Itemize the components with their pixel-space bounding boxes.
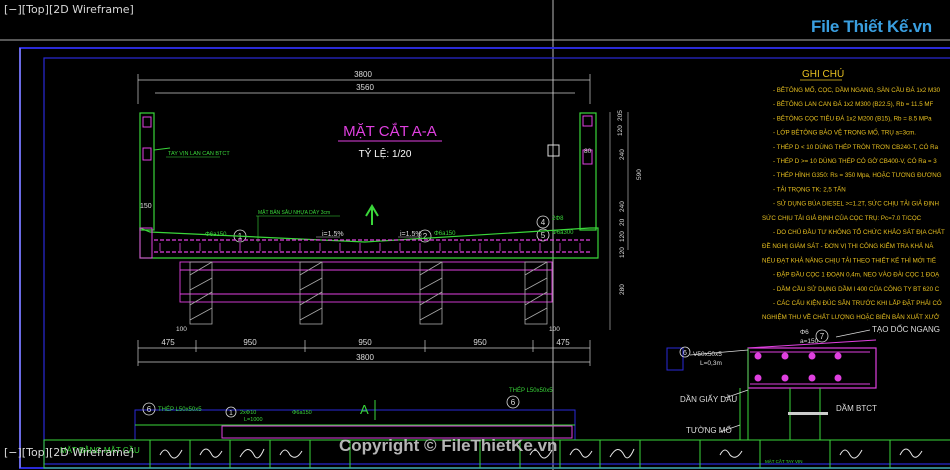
note-line: - DO CHỦ ĐẦU TƯ KHÔNG TỔ CHỨC KHẢO SÁT Đ…	[773, 229, 945, 236]
dim-v-205: 205	[617, 110, 624, 121]
section-scale: TỶ LỆ: 1/20	[359, 147, 412, 160]
watermark-logo-text: File Thiết Kế.vn	[811, 17, 932, 36]
note-line: SỨC CHỊU TẢI GIẢ ĐỊNH CỦA CỌC TRỤ: Pc=7.…	[762, 215, 922, 222]
bottom-steel-left: THÉP L50x50x5	[158, 406, 202, 413]
bottom-steel-right: THÉP L50x50x5	[509, 387, 553, 394]
watermark-copyright: Copyright © FileThietKe.vn	[339, 436, 558, 455]
dim-3800-top: 3800	[354, 70, 372, 79]
marker-7: 7	[820, 332, 825, 341]
viewport-label-bottom[interactable]: [−][Top][2D Wireframe]	[4, 446, 134, 459]
marker-5: 5	[541, 231, 546, 240]
dim-3800-bottom: 3800	[356, 353, 374, 362]
viewport-label-top[interactable]: [−][Top][2D Wireframe]	[4, 3, 134, 16]
marker-4: 4	[541, 218, 546, 227]
detail-view: V50x50x5 L=0,3m 6 Φ6 a=150 7 TẠO DỐC NGA…	[666, 324, 940, 440]
railing-left-label: TAY VỊN LAN CAN BTCT	[168, 151, 230, 157]
dim-100-left: 100	[176, 326, 187, 333]
notes-lines: - BÊTÔNG MỐ, CỌC, DẦM NGANG, SÀN CẦU ĐÁ …	[762, 86, 945, 321]
railing-right	[579, 112, 597, 231]
section-mark: A	[360, 402, 369, 417]
note-line: - BÊTÔNG LAN CAN ĐÁ 1x2 M300 (B22.5), Rb…	[773, 100, 934, 108]
note-line: - BÊTÔNG MỐ, CỌC, DẦM NGANG, SÀN CẦU ĐÁ …	[773, 86, 941, 94]
bottom-rebar-b: L=1000	[244, 417, 263, 423]
dim-v-120b: 120	[619, 231, 626, 242]
bottom-rebar-c: Φ6a150	[292, 410, 312, 416]
note-line: - SỬ DỤNG BÚA DIESEL >=1.2T, SỨC CHỊU TẢ…	[773, 201, 939, 208]
note-line: ĐỀ NGHỊ GIÁM SÁT - ĐƠN VỊ THI CÔNG KIỂM …	[762, 243, 934, 250]
note-line: - DẦM CẦU SỬ DỤNG DẦM I 400 CỦA CÔNG TY …	[773, 286, 940, 293]
dim-v-280: 280	[619, 284, 626, 295]
girder-hatch	[189, 261, 548, 325]
marker-1b: 1	[229, 410, 233, 417]
dim-v-240: 240	[619, 149, 626, 160]
dim-v-120: 120	[617, 125, 624, 136]
detail-steel-b: L=0,3m	[700, 360, 722, 367]
detail-steel-a: V50x50x5	[693, 351, 722, 358]
dim-seg-5: 475	[556, 338, 570, 347]
note-line: - LỚP BÊTÔNG BẢO VỆ TRONG MỐ, TRỤ a=3cm.	[773, 129, 916, 137]
dim-seg-2: 950	[243, 338, 257, 347]
detail-rebar: Φ6	[800, 329, 809, 336]
dim-v-240b: 240	[619, 201, 626, 212]
dim-3560: 3560	[356, 83, 374, 92]
detail-beam: DẦM BTCT	[836, 403, 877, 413]
dim-seg-4: 950	[473, 338, 487, 347]
dim-100-right: 100	[549, 326, 560, 333]
girders	[179, 261, 553, 303]
note-line: - TẢI TRỌNG TK: 2,5 TẤN	[773, 186, 846, 193]
dim-seg-1: 475	[161, 338, 175, 347]
pickbox	[547, 144, 560, 157]
section-title: MẶT CẮT A-A	[343, 122, 437, 140]
detail-spacing: a=150	[800, 338, 819, 345]
detail-slope-label: TẠO DỐC NGANG	[872, 324, 940, 334]
notes-heading: GHI CHÚ	[802, 67, 844, 80]
watermark-logo: File Thiết Kế.vn	[807, 11, 947, 47]
note-line: NGHIỆM THU VỀ CHẤT LƯỢNG HOẶC BIÊN BẢN X…	[762, 313, 940, 321]
dim-seg-3: 950	[358, 338, 372, 347]
note-line: - ĐẬP ĐẦU CỌC 1 ĐOẠN 0,4m, NEO VÀO ĐÀI C…	[773, 272, 940, 279]
rebar-right: Φ6a300	[552, 230, 574, 236]
marker-6c: 6	[683, 350, 687, 357]
note-line: - THÉP D >= 10 DÙNG THÉP CÓ GỜ CB400-V, …	[773, 158, 937, 165]
marker-6a: 6	[147, 405, 152, 414]
dim-80: 80	[584, 148, 592, 155]
railing-left	[139, 112, 155, 231]
marker-6b: 6	[511, 398, 516, 407]
detail-felt: DẦN GIẤY DẦU	[680, 394, 737, 404]
bottom-rebar-a: 2xΦ10	[240, 410, 256, 416]
rebar-right2: 2Φ8	[552, 216, 564, 222]
dim-v-120c: 120	[619, 247, 626, 258]
deck-note: MẶT BẢN SÂU NHỰA DÀY 3cm	[258, 209, 330, 216]
dim-v-590: 590	[636, 169, 643, 180]
title-block-small: MẶT CẮT TAY VỊN	[765, 457, 803, 464]
note-line: - BÊTÔNG CỌC TIÊU ĐÁ 1x2 M200 (B15), Rb …	[773, 114, 932, 122]
note-line: NẾU ĐẠT KHẢ NĂNG CHỊU TẢI THEO THIẾT KẾ …	[762, 257, 936, 264]
dim-150: 150	[140, 203, 152, 210]
note-line: - THÉP HÌNH G350: Rs = 350 Mpa, HOẶC TƯƠ…	[773, 172, 942, 179]
note-line: - CÁC CẤU KIỆN ĐÚC SẴN TRƯỚC KHI LẮP ĐẶT…	[773, 299, 942, 307]
cad-drawing: 3800 3560 TAY VỊN LAN CAN BTCT 150 205 1…	[0, 0, 950, 470]
note-line: - THÉP D < 10 DÙNG THÉP TRÒN TRƠN CB240-…	[773, 144, 939, 151]
dim-v-20: 20	[619, 218, 626, 226]
